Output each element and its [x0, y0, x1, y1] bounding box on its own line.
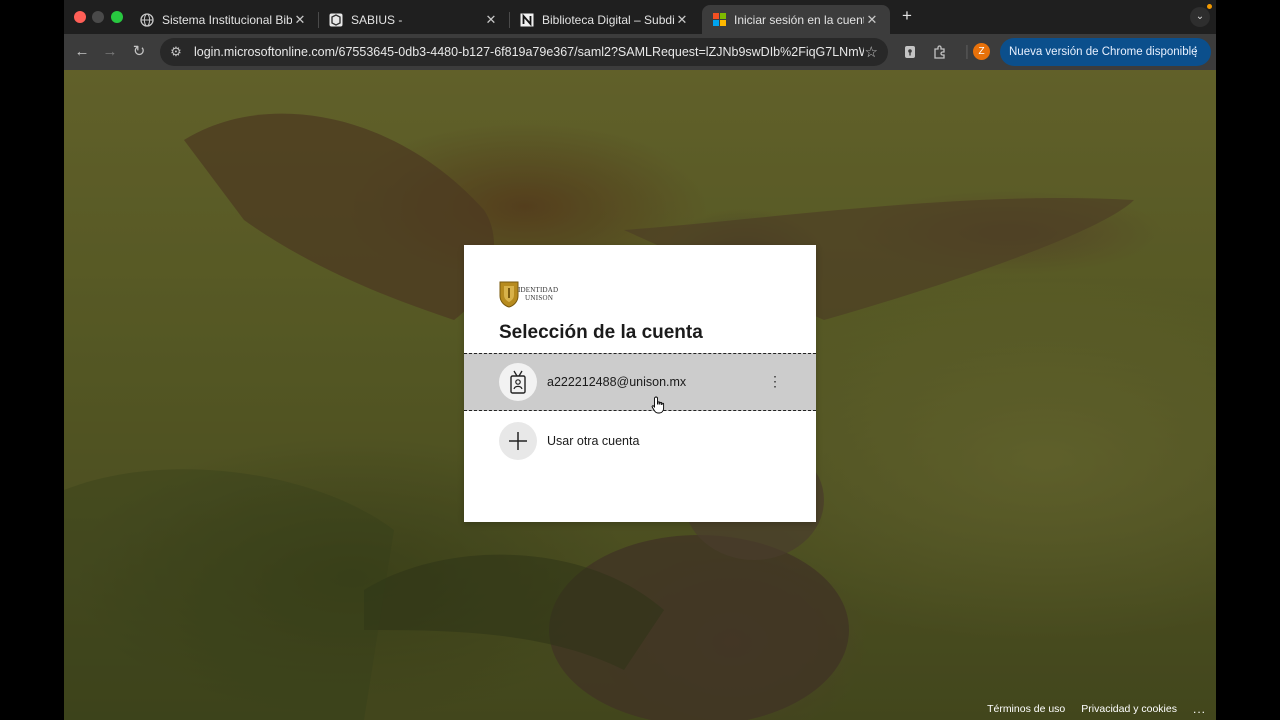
- url-text[interactable]: login.microsoftonline.com/67553645-0db3-…: [194, 45, 864, 59]
- notification-dot: [1207, 4, 1212, 9]
- forward-icon[interactable]: →: [100, 42, 120, 62]
- use-another-account-tile[interactable]: Usar otra cuenta: [464, 412, 816, 470]
- chrome-update-button[interactable]: Nueva versión de Chrome disponible ⋮: [1000, 38, 1211, 66]
- account-email: a222212488@unison.mx: [547, 375, 687, 389]
- bookmark-star-icon[interactable]: ☆: [865, 43, 878, 61]
- page-content: IDENTIDAD UNISON Selección de la cuenta: [64, 70, 1216, 720]
- tab-title: Biblioteca Digital – Subdirección: [542, 12, 674, 27]
- tab-sabius[interactable]: SABIUS - ✕: [319, 5, 509, 34]
- tab-title: Sistema Institucional Biblioteca: [162, 12, 292, 27]
- tab-strip: Sistema Institucional Biblioteca ✕ SABIU…: [64, 0, 1216, 34]
- close-tab-icon[interactable]: ✕: [864, 12, 880, 28]
- plus-icon: [499, 422, 537, 460]
- close-tab-icon[interactable]: ✕: [483, 12, 499, 28]
- terms-link[interactable]: Términos de uso: [987, 703, 1065, 715]
- extensions-icon[interactable]: [929, 42, 949, 62]
- back-icon[interactable]: ←: [72, 42, 92, 62]
- more-options-button[interactable]: ...: [1193, 702, 1206, 716]
- privacy-link[interactable]: Privacidad y cookies: [1081, 703, 1177, 715]
- tab-title: Iniciar sesión en la cuenta: [734, 12, 864, 27]
- screen: Sistema Institucional Biblioteca ✕ SABIU…: [0, 0, 1280, 720]
- tab-title: SABIUS -: [351, 12, 403, 27]
- logo-line-2: UNISON: [525, 294, 554, 302]
- close-window-button[interactable]: [74, 11, 86, 23]
- toolbar: ← → ↻ ⚙ login.microsoftonline.com/675536…: [64, 34, 1216, 70]
- chrome-window: Sistema Institucional Biblioteca ✕ SABIU…: [64, 0, 1216, 720]
- microsoft-icon: [712, 13, 726, 27]
- hand-pointer-cursor-icon: [651, 396, 665, 414]
- account-tile[interactable]: a222212488@unison.mx ⋮: [464, 353, 816, 411]
- sabius-icon: [329, 13, 343, 27]
- dialog-title: Selección de la cuenta: [499, 322, 703, 343]
- logo-line-1: IDENTIDAD: [518, 286, 559, 294]
- account-options-kebab-icon[interactable]: ⋮: [768, 374, 782, 388]
- minimize-window-button[interactable]: [92, 11, 104, 23]
- reload-icon[interactable]: ↻: [129, 42, 149, 62]
- close-tab-icon[interactable]: ✕: [674, 12, 690, 28]
- close-tab-icon[interactable]: ✕: [292, 12, 308, 28]
- use-another-account-label: Usar otra cuenta: [547, 434, 640, 448]
- site-info-icon[interactable]: ⚙: [168, 44, 184, 60]
- address-bar[interactable]: ⚙ login.microsoftonline.com/67553645-0db…: [160, 38, 888, 66]
- globe-icon: [140, 12, 154, 27]
- maximize-window-button[interactable]: [111, 11, 123, 23]
- password-manager-icon[interactable]: [900, 42, 920, 62]
- tab-biblioteca-digital[interactable]: Biblioteca Digital – Subdirección ✕: [510, 5, 700, 34]
- identidad-unison-logo: IDENTIDAD UNISON: [499, 280, 563, 310]
- badge-icon: [499, 363, 537, 401]
- tab-sistema-institucional[interactable]: Sistema Institucional Biblioteca ✕: [130, 5, 318, 34]
- new-tab-button[interactable]: +: [898, 7, 916, 25]
- tab-search-button[interactable]: ⌄: [1190, 7, 1210, 27]
- account-picker-dialog: IDENTIDAD UNISON Selección de la cuenta: [464, 245, 816, 522]
- tab-iniciar-sesion[interactable]: Iniciar sesión en la cuenta ✕: [702, 5, 890, 34]
- menu-kebab-icon[interactable]: ⋮: [1189, 44, 1202, 60]
- page-footer: Términos de uso Privacidad y cookies ...: [987, 698, 1216, 720]
- update-label: Nueva versión de Chrome disponible: [1009, 46, 1198, 58]
- profile-avatar[interactable]: Z: [973, 43, 990, 60]
- n-logo-icon: [520, 13, 534, 27]
